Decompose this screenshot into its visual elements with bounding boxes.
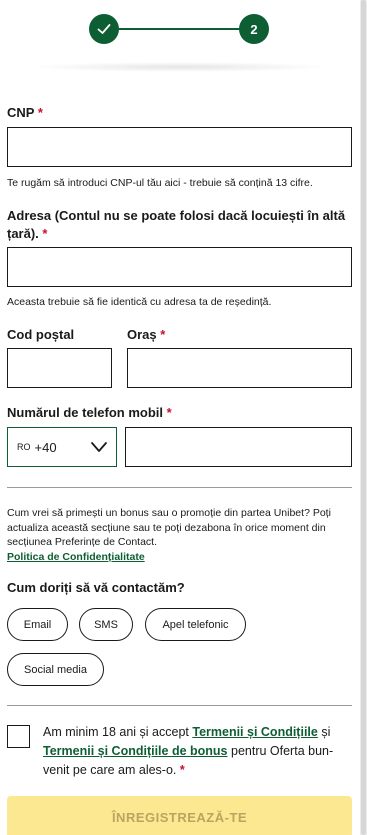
terms-checkbox[interactable] — [7, 725, 30, 748]
step-connector — [118, 28, 240, 30]
cnp-label: CNP * — [7, 105, 43, 120]
required-marker: * — [160, 327, 166, 342]
country-code-select[interactable]: RO +40 — [7, 427, 117, 467]
city-label: Oraș * — [127, 327, 165, 342]
country-code: RO — [17, 442, 31, 452]
address-label: Adresa (Contul nu se poate folosi dacă l… — [7, 207, 352, 243]
contact-option-phone-call[interactable]: Apel telefonic — [145, 608, 246, 641]
cnp-label-text: CNP — [7, 105, 35, 120]
scrollbar-thumb[interactable] — [361, 0, 366, 835]
terms-text: Am minim 18 ani și accept Termenii și Co… — [43, 723, 348, 780]
step-2-current: 2 — [239, 14, 269, 44]
phone-label: Numărul de telefon mobil * — [7, 405, 172, 420]
privacy-policy-link[interactable]: Politica de Confidențialitate — [7, 551, 145, 563]
terms-text-a: Am minim 18 ani și accept — [43, 725, 193, 739]
contact-option-sms[interactable]: SMS — [79, 608, 133, 641]
required-marker: * — [166, 405, 172, 420]
checkmark-icon — [97, 24, 111, 34]
stepper-shadow — [30, 62, 330, 72]
contact-option-email[interactable]: Email — [7, 608, 68, 641]
postal-code-input[interactable] — [7, 348, 112, 388]
required-marker: * — [179, 763, 185, 777]
cnp-hint: Te rugăm să introduci CNP-ul tău aici - … — [7, 177, 313, 189]
contact-question: Cum doriți să vă contactăm? — [7, 580, 185, 595]
divider — [7, 705, 352, 706]
divider — [7, 487, 352, 488]
phone-label-text: Numărul de telefon mobil — [7, 405, 164, 420]
register-button[interactable]: ÎNREGISTREAZĂ-TE — [7, 796, 352, 835]
postal-label: Cod poștal — [7, 327, 75, 342]
terms-link[interactable]: Termenii și Condițiile — [192, 725, 317, 739]
progress-stepper: 2 — [0, 0, 360, 72]
marketing-info: Cum vrei să primești un bonus sau o prom… — [7, 506, 352, 564]
required-marker: * — [42, 226, 48, 241]
required-marker: * — [37, 105, 43, 120]
bonus-terms-link[interactable]: Termenii și Condițiile de bonus — [43, 744, 228, 758]
contact-option-social-media[interactable]: Social media — [7, 653, 104, 686]
terms-text-b: și — [317, 725, 331, 739]
city-label-text: Oraș — [127, 327, 157, 342]
address-label-text: Adresa (Contul nu se poate folosi dacă l… — [7, 208, 346, 241]
address-input[interactable] — [7, 247, 352, 287]
phone-number-input[interactable] — [125, 427, 352, 467]
step-1-completed — [89, 14, 119, 44]
city-input[interactable] — [127, 348, 352, 388]
chevron-down-icon — [91, 442, 107, 452]
dial-code: +40 — [34, 439, 57, 455]
scrollbar[interactable] — [360, 0, 367, 835]
registration-form: 2 CNP * Te rugăm să introduci CNP-ul tău… — [0, 0, 360, 835]
cnp-input[interactable] — [7, 127, 352, 167]
address-hint: Aceasta trebuie să fie identică cu adres… — [7, 296, 272, 308]
marketing-info-text: Cum vrei să primești un bonus sau o prom… — [7, 507, 331, 548]
